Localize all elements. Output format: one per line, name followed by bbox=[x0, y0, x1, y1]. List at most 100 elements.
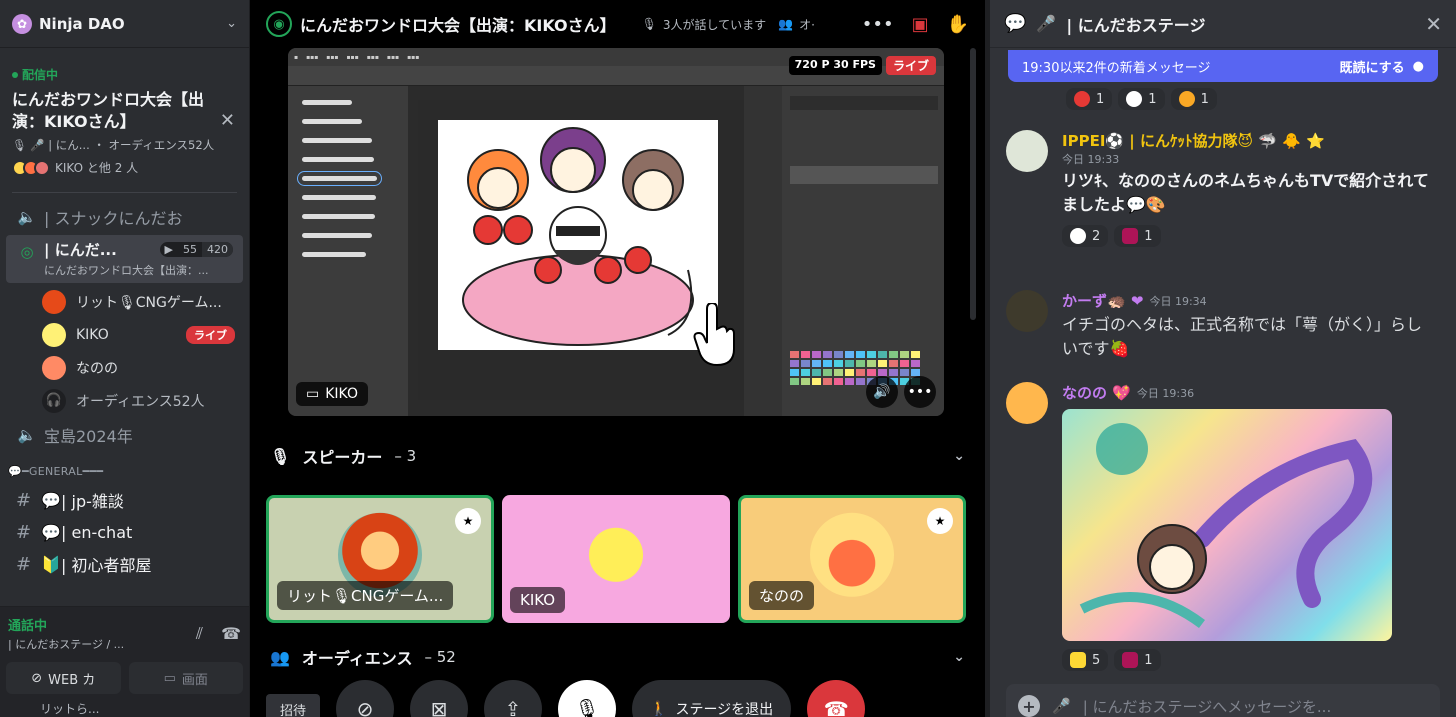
stage-audience[interactable]: 🎧 オーディエンス52人 bbox=[0, 384, 249, 417]
screen-share-button[interactable]: ▭ 画面 bbox=[128, 662, 243, 694]
live-badge: ライブ bbox=[885, 56, 936, 75]
disconnect-icon[interactable]: ☎ bbox=[221, 624, 241, 644]
color-swatch bbox=[911, 360, 920, 367]
people-icon: 👥 bbox=[778, 17, 794, 31]
message-author[interactable]: かーず🦔 ❤ 今日 19:34 bbox=[1062, 290, 1436, 311]
screen-share-icon[interactable]: ⇪ bbox=[484, 680, 543, 717]
text-channel-en[interactable]: # 💬 | en-chat bbox=[0, 516, 249, 548]
server-header[interactable]: ✿ Ninja DAO ⌄ bbox=[0, 0, 249, 48]
leave-stage-button[interactable]: 🚶 ステージを退出 bbox=[632, 680, 792, 717]
text-channel-beginner[interactable]: # 🔰 | 初心者部屋 bbox=[0, 548, 249, 580]
stage-channel-topic: にんだおワンドロ大会【出演：... bbox=[44, 264, 209, 277]
voice-channel-snack[interactable]: 🔈 | スナックにんだお bbox=[6, 201, 243, 233]
voice-channel-takara[interactable]: 🔈 宝島2024年 bbox=[6, 419, 243, 451]
more-icon[interactable]: ••• bbox=[904, 376, 936, 408]
stage-user[interactable]: なのの bbox=[0, 351, 249, 384]
avatar[interactable] bbox=[1006, 290, 1048, 332]
reaction-eyes[interactable]: 1 bbox=[1118, 88, 1165, 110]
chat-header: 💬 🎤 | にんだおステージ ✕ bbox=[990, 0, 1456, 48]
reaction-ninja[interactable]: 1 bbox=[1114, 225, 1161, 247]
popout-icon[interactable]: ▣ bbox=[912, 14, 929, 35]
reaction-strawberry[interactable]: 1 bbox=[1066, 88, 1113, 110]
stage-scrollbar[interactable] bbox=[970, 48, 976, 320]
reaction-eyes[interactable]: 2 bbox=[1062, 225, 1109, 247]
noise-suppression-icon[interactable]: ⫽ bbox=[196, 624, 203, 644]
people-icon: 👥 bbox=[270, 647, 290, 667]
channel-sidebar: ✿ Ninja DAO ⌄ 配信中 ✕ にんだおワンドロ大会【出演：KIKOさん… bbox=[0, 0, 249, 717]
new-messages-bar[interactable]: 19:30以来2件の新着メッセージ 既読にする ● bbox=[1008, 50, 1438, 82]
disconnect-button[interactable]: ☎ bbox=[807, 680, 866, 717]
thread-icon: 💬 bbox=[1004, 13, 1027, 34]
speaker-icon: 🔈 bbox=[17, 426, 37, 444]
stage-icon: ◉ bbox=[266, 11, 292, 37]
message-author[interactable]: なのの 💖 今日 19:36 bbox=[1062, 382, 1436, 403]
reaction-ninja[interactable]: 1 bbox=[1114, 649, 1161, 671]
raise-hand-icon[interactable]: ✋ bbox=[947, 14, 969, 35]
stage-chat-panel: 💬 🎤 | にんだおステージ ✕ 19:30以来2件の新着メッセージ 既読にする… bbox=[990, 0, 1456, 717]
color-swatch bbox=[845, 378, 854, 385]
hash-icon: # bbox=[16, 553, 32, 575]
avatar[interactable] bbox=[1006, 382, 1048, 424]
color-swatch bbox=[812, 360, 821, 367]
quality-badge: 720 P 30 FPS bbox=[788, 56, 882, 75]
color-swatch bbox=[867, 360, 876, 367]
headphones-icon: 🎧 bbox=[42, 388, 66, 413]
stage-icon: ◎ bbox=[20, 243, 34, 261]
mark-as-read-button[interactable]: 既読にする ● bbox=[1340, 57, 1424, 76]
category-general[interactable]: 💬━GENERAL━━━ bbox=[0, 465, 249, 478]
color-swatch bbox=[834, 360, 843, 367]
color-swatch bbox=[889, 351, 898, 358]
microphone-button[interactable]: 🎙 bbox=[558, 680, 617, 717]
ninja-icon bbox=[1122, 652, 1139, 668]
live-event-card[interactable]: 配信中 ✕ にんだおワンドロ大会【出演：KIKOさん】 🎙 🎤 | にん... … bbox=[0, 48, 249, 184]
add-attachment-icon[interactable]: + bbox=[1018, 695, 1040, 717]
speakers-section-header[interactable]: 🎙 スピーカー – 3 ⌄ bbox=[270, 444, 965, 468]
stage-count-pill: ▶ 55 420 bbox=[159, 242, 233, 257]
text-channel-jp[interactable]: # 💬 | jp-雑談 bbox=[0, 484, 249, 516]
stage-user[interactable]: KIKO ライブ bbox=[0, 318, 249, 351]
chevron-down-icon[interactable]: ⌄ bbox=[226, 16, 237, 31]
color-swatch bbox=[856, 360, 865, 367]
hand-cursor-icon bbox=[693, 303, 735, 367]
stream-video[interactable]: ▪ ▪▪▪ ▪▪▪ ▪▪▪ ▪▪▪ ▪▪▪ ▪▪▪ 720 P 30 FPS ラ… bbox=[288, 48, 944, 416]
color-swatch bbox=[790, 378, 799, 385]
color-swatch bbox=[889, 369, 898, 376]
voice-status[interactable]: 通話中 bbox=[8, 615, 124, 634]
close-icon[interactable]: ✕ bbox=[1425, 12, 1442, 36]
close-icon[interactable]: ✕ bbox=[220, 110, 235, 131]
speaker-icon: 🔈 bbox=[17, 208, 37, 226]
invite-button[interactable]: 招待 bbox=[266, 694, 321, 717]
camera-button[interactable]: ⊘ WEB カ bbox=[6, 662, 121, 694]
live-badge: ライブ bbox=[186, 325, 235, 344]
volume-icon[interactable]: 🔊 bbox=[866, 376, 898, 408]
speaker-tile[interactable]: ★ リット🎙CNGゲーム... bbox=[266, 495, 494, 623]
color-swatch bbox=[812, 369, 821, 376]
chevron-down-icon[interactable]: ⌄ bbox=[953, 448, 965, 464]
reaction-sparkles[interactable]: 5 bbox=[1062, 649, 1109, 671]
video-icon: ▶ bbox=[164, 243, 173, 256]
stage-user[interactable]: リット🎙CNGゲーム... bbox=[0, 285, 249, 318]
chat-message: なのの 💖 今日 19:36 5 1 bbox=[1006, 382, 1436, 671]
message-author[interactable]: IPPEI⚽ | にんｹｯﾄ協力隊😈 🦈 🐥 ⭐ bbox=[1062, 130, 1436, 151]
chevron-down-icon[interactable]: ⌄ bbox=[953, 649, 965, 665]
avatar bbox=[42, 289, 66, 314]
camera-off-icon[interactable]: ⊠ bbox=[410, 680, 469, 717]
event-subtitle: 🎙 🎤 | にん... ・ オーディエンス52人 bbox=[12, 138, 215, 152]
message-input[interactable]: + 🎤 | にんだおステージへメッセージを... bbox=[1006, 684, 1440, 717]
speaker-tile[interactable]: KIKO bbox=[502, 495, 730, 623]
avatar bbox=[574, 512, 658, 597]
attached-image[interactable] bbox=[1062, 409, 1392, 641]
more-icon[interactable]: ••• bbox=[862, 14, 894, 35]
sound-off-icon[interactable]: ⊘ bbox=[336, 680, 395, 717]
leave-icon: 🚶 bbox=[650, 701, 668, 717]
reaction-bar: 1 1 1 bbox=[1066, 88, 1217, 110]
reaction-rofl[interactable]: 1 bbox=[1170, 88, 1217, 110]
divider bbox=[12, 192, 237, 193]
avatar[interactable] bbox=[1006, 130, 1048, 172]
audience-section-header[interactable]: 👥 オーディエンス – 52 ⌄ bbox=[270, 645, 965, 669]
color-swatch bbox=[823, 360, 832, 367]
monitor-icon: ▭ bbox=[306, 386, 320, 402]
stage-channel-active[interactable]: ◎ | にんだ... ▶ 55 420 にんだおワンドロ大会【出演：... bbox=[6, 235, 243, 283]
message-time: 今日 19:34 bbox=[1149, 294, 1207, 308]
speaker-tile[interactable]: ★ なのの bbox=[738, 495, 966, 623]
